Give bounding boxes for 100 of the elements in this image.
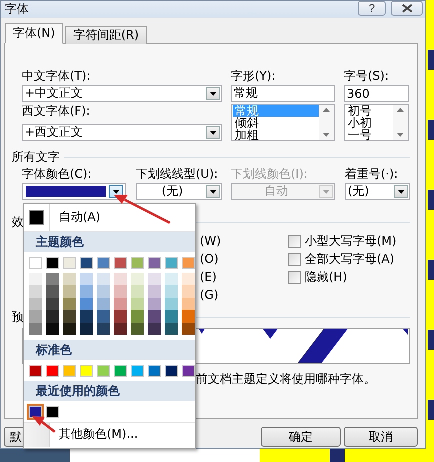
color-swatch[interactable]: [29, 298, 42, 310]
checkbox[interactable]: 隐藏(H): [288, 268, 348, 286]
color-swatch[interactable]: [114, 298, 127, 310]
color-swatch[interactable]: [131, 310, 144, 323]
list-box[interactable]: 初号 小初 一号: [344, 104, 409, 141]
color-swatch[interactable]: [97, 322, 110, 335]
color-swatch[interactable]: [80, 322, 93, 335]
scroll-up-icon[interactable]: [323, 108, 330, 112]
color-swatch[interactable]: [165, 285, 178, 298]
color-swatch[interactable]: [63, 273, 76, 286]
checkbox[interactable]: 全部大写字母(A): [288, 250, 395, 268]
checkbox[interactable]: 小型大写字母(M): [288, 232, 397, 250]
list-item[interactable]: 一号: [346, 129, 393, 141]
color-swatch[interactable]: [114, 273, 127, 286]
color-swatch[interactable]: [80, 298, 93, 310]
checkbox-label[interactable]: (W): [200, 234, 222, 248]
list-item[interactable]: 小初: [346, 117, 393, 129]
color-swatch[interactable]: [148, 273, 161, 286]
color-swatch[interactable]: [114, 364, 127, 377]
color-swatch[interactable]: [97, 257, 110, 269]
list-item[interactable]: 加粗: [233, 129, 319, 141]
font-select[interactable]: +中文正文: [22, 85, 222, 102]
checkbox-label[interactable]: (E): [200, 270, 217, 284]
color-swatch[interactable]: [46, 406, 59, 418]
color-swatch[interactable]: [46, 322, 59, 335]
color-swatch[interactable]: [114, 310, 127, 323]
list-item[interactable]: 倾斜: [233, 117, 319, 129]
color-swatch[interactable]: [165, 310, 178, 323]
more-colors-option[interactable]: 其他颜色(M)...: [50, 426, 138, 444]
color-swatch[interactable]: [114, 257, 127, 269]
color-swatch[interactable]: [165, 257, 178, 269]
color-swatch[interactable]: [46, 298, 59, 310]
color-swatch[interactable]: [46, 257, 59, 269]
color-swatch[interactable]: [80, 310, 93, 323]
tab[interactable]: 字符间距(R): [65, 26, 148, 44]
color-swatch[interactable]: [97, 298, 110, 310]
size-field[interactable]: 360: [344, 85, 409, 102]
color-swatch[interactable]: [182, 285, 195, 298]
color-swatch[interactable]: [182, 257, 195, 269]
style-field[interactable]: 常规: [231, 85, 335, 102]
color-swatch[interactable]: [182, 322, 195, 335]
color-swatch[interactable]: [148, 364, 161, 377]
dropdown[interactable]: (无): [345, 183, 410, 200]
color-swatch[interactable]: [148, 322, 161, 335]
color-swatch[interactable]: [80, 364, 93, 377]
scroll-down-icon[interactable]: [397, 133, 404, 137]
color-swatch[interactable]: [63, 257, 76, 269]
font-select[interactable]: +西文正文: [22, 124, 222, 141]
color-swatch[interactable]: [182, 298, 195, 310]
color-swatch[interactable]: [131, 322, 144, 335]
cancel-button[interactable]: 取消: [344, 427, 418, 447]
color-swatch[interactable]: [182, 273, 195, 286]
color-swatch[interactable]: [63, 364, 76, 377]
list-box[interactable]: 常规 倾斜 加粗: [231, 104, 335, 141]
color-swatch[interactable]: [29, 322, 42, 335]
font-color-picker[interactable]: [22, 183, 126, 200]
color-swatch[interactable]: [29, 210, 44, 225]
color-swatch[interactable]: [148, 257, 161, 269]
tab[interactable]: 字体(N): [5, 23, 64, 44]
color-swatch[interactable]: [29, 406, 42, 418]
color-swatch[interactable]: [165, 298, 178, 310]
color-swatch[interactable]: [97, 285, 110, 298]
color-swatch[interactable]: [148, 310, 161, 323]
automatic-color-option[interactable]: 自动(A): [50, 209, 101, 226]
color-swatch[interactable]: [131, 364, 144, 377]
color-swatch[interactable]: [97, 273, 110, 286]
color-swatch[interactable]: [63, 310, 76, 323]
color-swatch[interactable]: [46, 364, 59, 377]
help-button[interactable]: ?: [358, 1, 386, 16]
color-swatch[interactable]: [182, 364, 195, 377]
color-swatch[interactable]: [148, 298, 161, 310]
color-swatch[interactable]: [165, 273, 178, 286]
color-swatch[interactable]: [97, 310, 110, 323]
dropdown[interactable]: (无): [136, 183, 222, 200]
color-swatch[interactable]: [148, 285, 161, 298]
checkbox-label[interactable]: (O): [200, 252, 219, 266]
color-swatch[interactable]: [165, 322, 178, 335]
color-swatch[interactable]: [131, 273, 144, 286]
color-swatch[interactable]: [46, 273, 59, 286]
scroll-up-icon[interactable]: [397, 108, 404, 112]
scroll-down-icon[interactable]: [323, 133, 330, 137]
ok-button[interactable]: 确定: [261, 427, 341, 447]
color-swatch[interactable]: [131, 257, 144, 269]
color-swatch[interactable]: [29, 310, 42, 323]
close-button[interactable]: [391, 1, 423, 16]
color-swatch[interactable]: [63, 285, 76, 298]
color-swatch[interactable]: [63, 322, 76, 335]
color-swatch[interactable]: [46, 285, 59, 298]
list-item[interactable]: 初号: [346, 105, 393, 117]
color-swatch[interactable]: [182, 310, 195, 323]
color-swatch[interactable]: [29, 257, 42, 269]
color-swatch[interactable]: [114, 322, 127, 335]
color-swatch[interactable]: [80, 257, 93, 269]
color-swatch[interactable]: [97, 364, 110, 377]
color-swatch[interactable]: [131, 285, 144, 298]
color-swatch[interactable]: [80, 285, 93, 298]
color-swatch[interactable]: [29, 364, 42, 377]
color-swatch[interactable]: [46, 310, 59, 323]
color-swatch[interactable]: [165, 364, 178, 377]
color-swatch[interactable]: [80, 273, 93, 286]
